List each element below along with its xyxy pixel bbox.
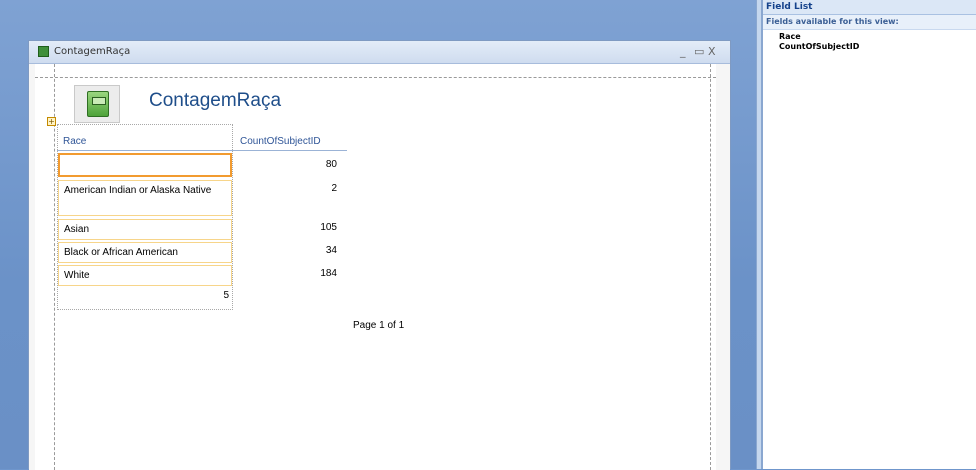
- field-item-race[interactable]: Race: [779, 32, 976, 42]
- race-cell[interactable]: Black or African American: [58, 242, 232, 263]
- header-divider: [57, 150, 347, 151]
- report-icon: [38, 46, 49, 57]
- field-item-countofsubjectid[interactable]: CountOfSubjectID: [779, 42, 976, 52]
- maximize-button[interactable]: ▭: [694, 41, 704, 63]
- field-list-pane: Field List Fields available for this vie…: [762, 0, 976, 469]
- field-list-items: Race CountOfSubjectID: [763, 30, 976, 52]
- margin-guide-top: [35, 77, 716, 78]
- layout-move-handle[interactable]: +: [47, 117, 56, 126]
- race-cell[interactable]: Asian: [58, 219, 232, 240]
- report-window[interactable]: ContagemRaça _ ▭ X ContagemRaça + Race C…: [28, 40, 731, 470]
- book-icon: [87, 91, 109, 117]
- count-cell[interactable]: 2: [235, 183, 347, 194]
- margin-guide-right: [710, 64, 711, 470]
- window-title: ContagemRaça: [54, 46, 131, 57]
- page-number[interactable]: Page 1 of 1: [353, 320, 404, 331]
- report-page: ContagemRaça + Race CountOfSubjectID 80 …: [35, 64, 716, 470]
- race-cell[interactable]: American Indian or Alaska Native: [58, 180, 232, 216]
- window-titlebar[interactable]: ContagemRaça _ ▭ X: [29, 41, 730, 64]
- column-header-count[interactable]: CountOfSubjectID: [240, 136, 321, 147]
- minimize-button[interactable]: _: [680, 41, 686, 63]
- close-button[interactable]: X: [708, 41, 716, 63]
- race-cell[interactable]: White: [58, 265, 232, 286]
- field-list-title: Field List: [763, 0, 976, 15]
- race-cell[interactable]: [58, 153, 232, 177]
- count-cell[interactable]: 80: [235, 159, 347, 170]
- column-header-race[interactable]: Race: [63, 136, 86, 147]
- total-count-cell[interactable]: 5: [58, 290, 232, 301]
- report-logo[interactable]: [74, 85, 120, 123]
- report-title[interactable]: ContagemRaça: [149, 90, 281, 112]
- count-cell[interactable]: 184: [235, 268, 347, 279]
- count-cell[interactable]: 105: [235, 222, 347, 233]
- report-canvas: ContagemRaça + Race CountOfSubjectID 80 …: [29, 64, 730, 470]
- count-cell[interactable]: 34: [235, 245, 347, 256]
- field-list-subtitle: Fields available for this view:: [763, 15, 976, 30]
